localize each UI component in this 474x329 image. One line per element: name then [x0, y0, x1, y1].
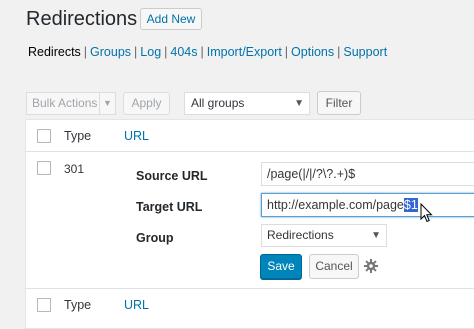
redirect-code: 301	[64, 162, 85, 176]
nav-separator: |	[164, 45, 168, 59]
select-all-checkbox-footer[interactable]	[37, 298, 51, 312]
group-label: Group	[136, 231, 174, 245]
view-links: Redirects | Groups | Log | 404s | Import/Export |…	[28, 45, 387, 59]
groups-filter-value: All groups	[191, 96, 245, 110]
nav-support[interactable]: Support	[343, 45, 387, 59]
nav-import-export[interactable]: Import/Export	[207, 45, 282, 59]
page-title: Redirections	[26, 8, 138, 30]
nav-groups[interactable]: Groups	[90, 45, 131, 59]
group-select-value: Redirections	[267, 228, 334, 242]
target-url-text: http://example.com/page	[267, 198, 404, 212]
cancel-button[interactable]: Cancel	[309, 254, 359, 279]
column-url-footer[interactable]: URL	[124, 298, 149, 312]
nav-separator: |	[200, 45, 204, 59]
apply-button[interactable]: Apply	[123, 92, 170, 115]
source-url-label: Source URL	[136, 169, 208, 183]
nav-404s[interactable]: 404s	[170, 45, 197, 59]
filter-button[interactable]: Filter	[317, 91, 361, 115]
groups-filter-select[interactable]: All groups ▼	[184, 92, 310, 115]
chevron-down-icon: ▼	[371, 230, 381, 241]
nav-separator: |	[83, 45, 88, 59]
column-type: Type	[64, 129, 92, 143]
nav-log[interactable]: Log	[140, 45, 161, 59]
row-checkbox[interactable]	[37, 161, 51, 175]
add-new-button[interactable]: Add New	[140, 8, 202, 30]
save-button[interactable]: Save	[260, 254, 302, 279]
bulk-actions-label: Bulk Actions	[32, 96, 98, 110]
nav-redirects[interactable]: Redirects	[28, 45, 81, 59]
target-url-input[interactable]: http://example.com/page$1	[261, 193, 474, 217]
column-url[interactable]: URL	[124, 129, 149, 143]
table-footer: Type URL	[26, 288, 474, 320]
gear-icon[interactable]	[363, 258, 379, 274]
chevron-down-icon: ▼	[99, 93, 115, 114]
redirects-table: Type URL 301 Source URL /page(|/|/?\?.+)…	[25, 119, 474, 329]
target-url-label: Target URL	[136, 200, 203, 214]
target-url-selection: $1	[403, 198, 418, 212]
nav-separator: |	[284, 45, 289, 59]
column-type-footer: Type	[64, 298, 92, 312]
source-url-input[interactable]: /page(|/|/?\?.+)$	[261, 162, 474, 186]
group-select[interactable]: Redirections ▼	[261, 224, 387, 247]
text-cursor-icon	[420, 203, 433, 223]
chevron-down-icon: ▼	[294, 98, 304, 109]
nav-separator: |	[134, 45, 138, 59]
bulk-actions-select[interactable]: Bulk Actions ▼	[26, 92, 116, 115]
nav-options[interactable]: Options	[291, 45, 334, 59]
select-all-checkbox[interactable]	[37, 129, 51, 143]
nav-separator: |	[337, 45, 341, 59]
table-header: Type URL	[26, 120, 474, 152]
